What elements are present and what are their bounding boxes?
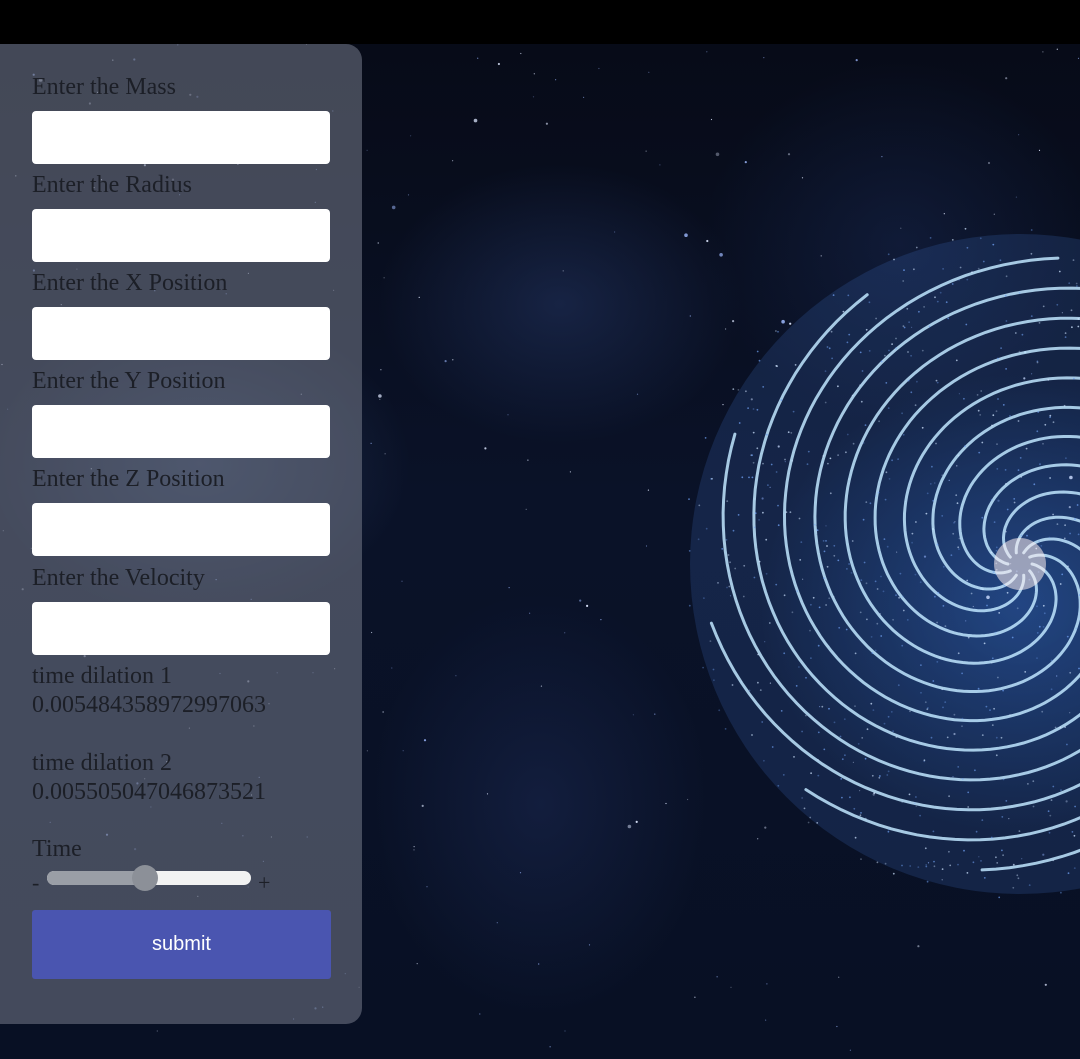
velocity-input[interactable] xyxy=(32,602,330,655)
time-slider-minus: - xyxy=(32,870,40,895)
time-dilation-1-value: 0.005484358972997063 xyxy=(32,692,266,718)
z-position-input[interactable] xyxy=(32,503,330,556)
radius-input[interactable] xyxy=(32,209,330,262)
time-slider-plus: + xyxy=(258,870,271,895)
time-dilation-1-label: time dilation 1 xyxy=(32,663,172,689)
y-position-input[interactable] xyxy=(32,405,330,458)
mass-label: Enter the Mass xyxy=(32,74,176,100)
x-position-label: Enter the X Position xyxy=(32,270,228,296)
time-dilation-2-value: 0.005505047046873521 xyxy=(32,779,266,805)
time-slider-label: Time xyxy=(32,836,82,862)
mass-input[interactable] xyxy=(32,111,330,164)
y-position-label: Enter the Y Position xyxy=(32,368,226,394)
app-screen: Enter the Mass Enter the Radius Enter th… xyxy=(0,0,1080,1059)
time-slider[interactable] xyxy=(47,865,251,891)
velocity-label: Enter the Velocity xyxy=(32,565,205,591)
z-position-label: Enter the Z Position xyxy=(32,466,225,492)
spiral-galaxy xyxy=(688,227,1080,899)
x-position-input[interactable] xyxy=(32,307,330,360)
submit-button[interactable]: submit xyxy=(32,910,331,979)
time-slider-thumb[interactable] xyxy=(131,865,158,891)
time-dilation-2-label: time dilation 2 xyxy=(32,750,172,776)
radius-label: Enter the Radius xyxy=(32,172,192,198)
time-slider-fill xyxy=(47,871,145,885)
